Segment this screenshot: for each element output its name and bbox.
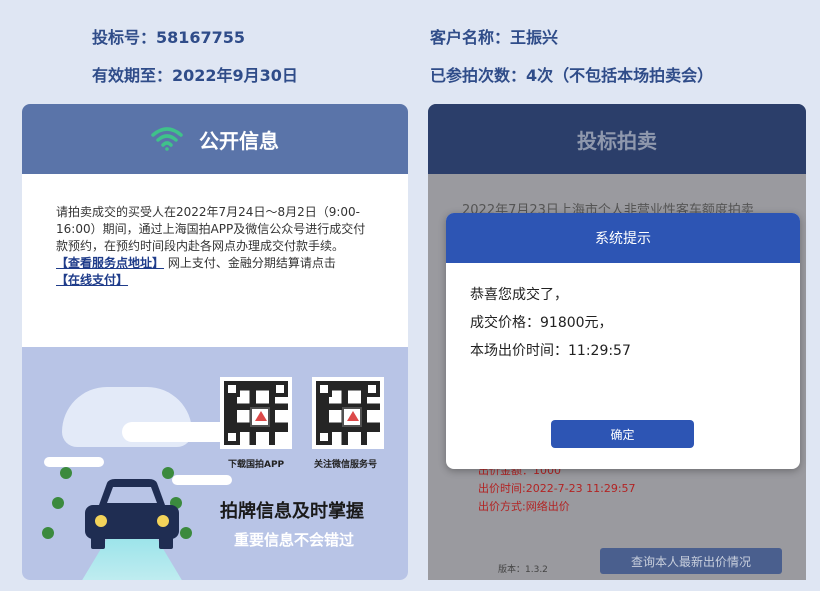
tree-icon <box>42 527 54 539</box>
dialog-deal-price: 成交价格：91800元， <box>470 315 613 331</box>
customer-name: 客户名称：王振兴 <box>430 28 559 47</box>
app-logo-icon <box>342 407 362 427</box>
bid-number: 投标号：58167755 <box>92 28 246 47</box>
notice-text-block: 请拍卖成交的买受人在2022年7月24日～8月2日（9:00-16:00）期间，… <box>22 174 408 289</box>
dialog-body: 恭喜您成交了， 成交价格：91800元， 本场出价时间：11:29:57 <box>446 263 800 365</box>
bid-auction-header: 投标拍卖 <box>428 104 806 174</box>
system-alert-dialog: 系统提示 恭喜您成交了， 成交价格：91800元， 本场出价时间：11:29:5… <box>446 213 800 469</box>
query-latest-bid-button[interactable]: 查询本人最新出价情况 <box>600 548 782 574</box>
dialog-congrats: 恭喜您成交了， <box>470 287 568 303</box>
cloud-shape <box>122 422 232 442</box>
public-info-panel: 公开信息 请拍卖成交的买受人在2022年7月24日～8月2日（9:00-16:0… <box>22 104 408 580</box>
notice-tail: 网上支付、金融分期结算请点击 <box>167 256 336 270</box>
confirm-button[interactable]: 确定 <box>551 420 694 448</box>
notice-text: 请拍卖成交的买受人在2022年7月24日～8月2日（9:00-16:00）期间，… <box>56 205 366 253</box>
qr-app-label: 下载国拍APP <box>228 460 285 470</box>
dialog-bid-time: 本场出价时间：11:29:57 <box>470 343 631 359</box>
tree-icon <box>52 497 64 509</box>
online-pay-link[interactable]: 【在线支付】 <box>56 273 128 287</box>
tree-icon <box>60 467 72 479</box>
valid-until: 有效期至：2022年9月30日 <box>92 66 298 85</box>
bid-auction-title: 投标拍卖 <box>577 128 657 153</box>
car-icon <box>85 479 179 549</box>
promo-sub-slogan: 重要信息不会错过 <box>234 531 355 549</box>
app-logo-icon <box>250 407 270 427</box>
attend-count: 已参拍次数：4次（不包括本场拍卖会） <box>430 66 714 85</box>
qr-wechat-label: 关注微信服务号 <box>314 460 378 470</box>
promo-banner: 下载国拍APP 关注微信服务号 拍牌信息及时掌握 重要信息不会错过 <box>22 347 408 580</box>
public-info-title: 公开信息 <box>199 128 279 153</box>
public-info-header: 公开信息 <box>22 104 408 174</box>
wechat-qr-code <box>312 377 384 449</box>
bid-method-line: 出价方式:网络出价 <box>478 500 570 513</box>
version-label: 版本：1.3.2 <box>498 565 548 575</box>
cloud-shape <box>44 457 104 467</box>
promo-slogan: 拍牌信息及时掌握 <box>220 501 364 522</box>
service-address-link[interactable]: 【查看服务点地址】 <box>56 256 164 270</box>
dialog-title: 系统提示 <box>446 213 800 263</box>
wifi-icon <box>151 127 183 151</box>
app-qr-code <box>220 377 292 449</box>
bid-time-line: 出价时间:2022-7-23 11:29:57 <box>478 482 636 495</box>
